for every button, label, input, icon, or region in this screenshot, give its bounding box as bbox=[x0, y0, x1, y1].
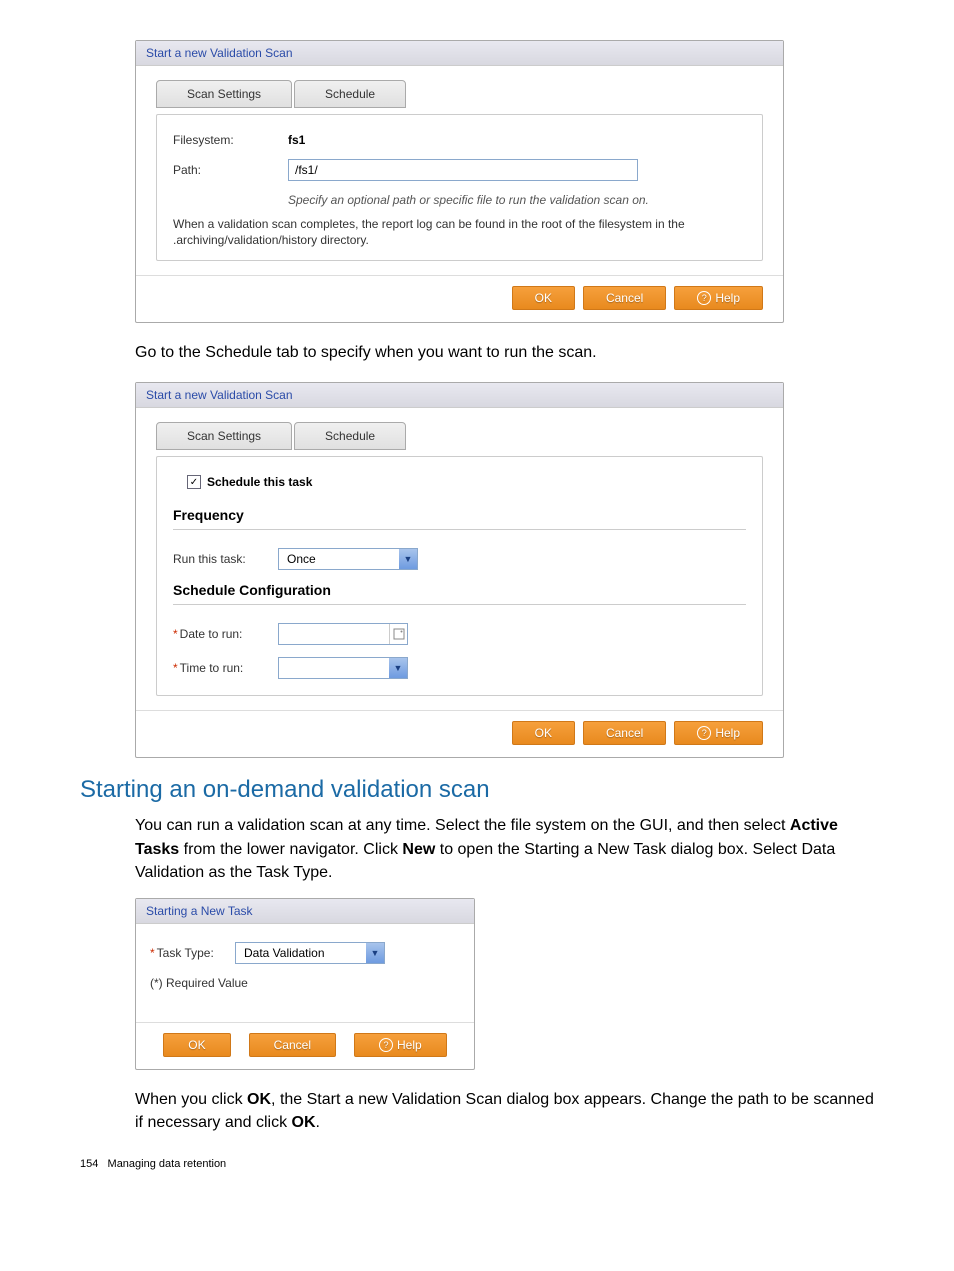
help-button[interactable]: Help bbox=[674, 721, 763, 745]
cancel-button[interactable]: Cancel bbox=[583, 286, 666, 310]
tab-scan-settings[interactable]: Scan Settings bbox=[156, 422, 292, 450]
tab-schedule[interactable]: Schedule bbox=[294, 80, 406, 108]
chevron-down-icon: ▼ bbox=[366, 943, 384, 963]
help-button[interactable]: Help bbox=[674, 286, 763, 310]
path-label: Path: bbox=[173, 163, 288, 177]
dialog-title: Start a new Validation Scan bbox=[136, 383, 783, 408]
time-to-run-label: *Time to run: bbox=[173, 661, 278, 675]
date-to-run-label: *Date to run: bbox=[173, 627, 278, 641]
required-value-note: (*) Required Value bbox=[150, 976, 460, 990]
scan-settings-panel: Filesystem: fs1 Path: Specify an optiona… bbox=[156, 114, 763, 261]
ok-button[interactable]: OK bbox=[163, 1033, 230, 1057]
chapter-title: Managing data retention bbox=[108, 1158, 227, 1170]
validation-scan-dialog-settings: Start a new Validation Scan Scan Setting… bbox=[135, 40, 784, 323]
cancel-button[interactable]: Cancel bbox=[249, 1033, 336, 1057]
on-demand-para-1: You can run a validation scan at any tim… bbox=[135, 814, 874, 884]
section-heading-on-demand: Starting an on-demand validation scan bbox=[80, 776, 874, 804]
task-type-label: *Task Type: bbox=[150, 946, 235, 960]
frequency-heading: Frequency bbox=[173, 507, 746, 530]
schedule-instruction: Go to the Schedule tab to specify when y… bbox=[135, 341, 794, 364]
date-to-run-input[interactable] bbox=[278, 623, 408, 645]
run-task-value: Once bbox=[279, 552, 399, 566]
tab-schedule[interactable]: Schedule bbox=[294, 422, 406, 450]
starting-new-task-dialog: Starting a New Task *Task Type: Data Val… bbox=[135, 898, 475, 1070]
run-task-label: Run this task: bbox=[173, 552, 278, 566]
task-type-select[interactable]: Data Validation ▼ bbox=[235, 942, 385, 964]
schedule-panel: ✓ Schedule this task Frequency Run this … bbox=[156, 456, 763, 696]
ok-button[interactable]: OK bbox=[512, 286, 575, 310]
on-demand-para-2: When you click OK, the Start a new Valid… bbox=[135, 1088, 874, 1134]
help-button[interactable]: Help bbox=[354, 1033, 447, 1057]
cancel-button[interactable]: Cancel bbox=[583, 721, 666, 745]
schedule-task-label: Schedule this task bbox=[207, 475, 312, 489]
calendar-icon bbox=[389, 624, 407, 644]
schedule-task-checkbox[interactable]: ✓ bbox=[187, 475, 201, 489]
run-task-select[interactable]: Once ▼ bbox=[278, 548, 418, 570]
chevron-down-icon: ▼ bbox=[399, 549, 417, 569]
ok-button[interactable]: OK bbox=[512, 721, 575, 745]
scan-info-text: When a validation scan completes, the re… bbox=[173, 217, 746, 248]
page-number: 154 bbox=[80, 1158, 98, 1170]
validation-scan-dialog-schedule: Start a new Validation Scan Scan Setting… bbox=[135, 382, 784, 758]
filesystem-label: Filesystem: bbox=[173, 133, 288, 147]
tab-scan-settings[interactable]: Scan Settings bbox=[156, 80, 292, 108]
task-type-value: Data Validation bbox=[236, 946, 366, 960]
dialog-title: Starting a New Task bbox=[136, 899, 474, 924]
dialog-title: Start a new Validation Scan bbox=[136, 41, 783, 66]
time-to-run-select[interactable]: ▼ bbox=[278, 657, 408, 679]
chevron-down-icon: ▼ bbox=[389, 658, 407, 678]
path-hint: Specify an optional path or specific fil… bbox=[288, 193, 746, 207]
filesystem-value: fs1 bbox=[288, 133, 305, 147]
schedule-config-heading: Schedule Configuration bbox=[173, 582, 746, 605]
page-footer: 154 Managing data retention bbox=[80, 1158, 874, 1170]
path-input[interactable] bbox=[288, 159, 638, 181]
